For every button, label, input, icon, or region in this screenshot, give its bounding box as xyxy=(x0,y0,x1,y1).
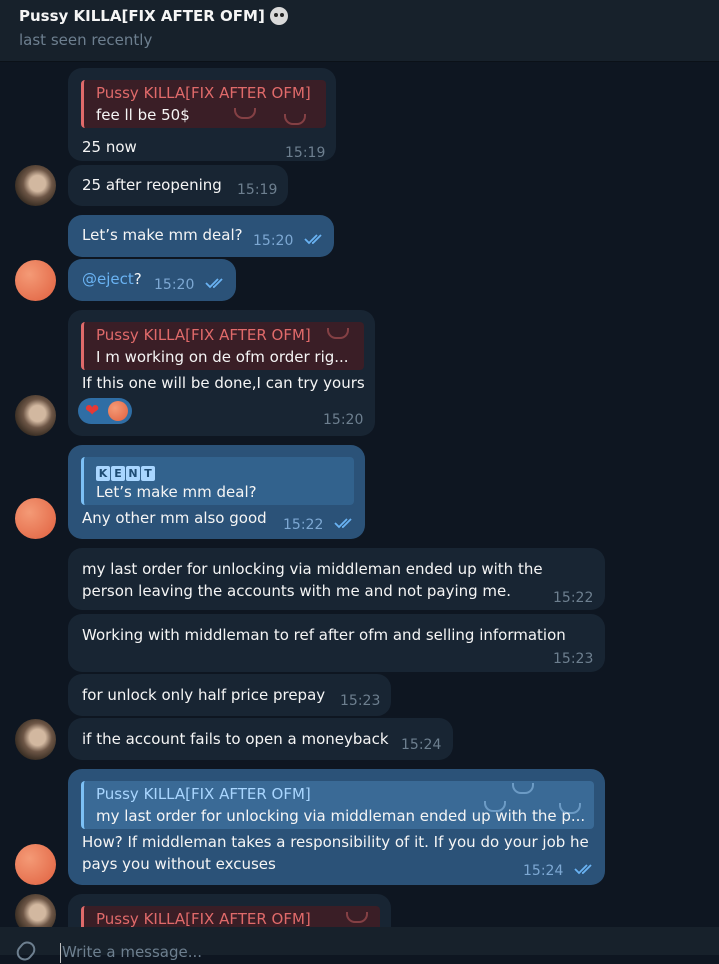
decor-pattern-icon xyxy=(234,108,256,119)
double-check-icon xyxy=(205,277,227,289)
chat-title-text: Pussy KILLA[FIX AFTER OFM] xyxy=(19,7,265,25)
message-text: for unlock only half price prepay xyxy=(82,686,326,704)
reply-text: Let’s make mm deal? xyxy=(96,483,257,501)
message-input[interactable]: Write a message... xyxy=(62,943,202,961)
contact-avatar[interactable] xyxy=(15,894,56,927)
message-text: @eject? xyxy=(82,270,142,288)
own-avatar[interactable] xyxy=(15,844,56,885)
attach-paperclip-icon[interactable] xyxy=(13,938,39,964)
skull-emoji-icon xyxy=(269,7,288,25)
message-bubble[interactable]: Pussy KILLA[FIX AFTER OFM] I m working o… xyxy=(68,310,375,436)
message-time: 15:23 xyxy=(340,693,381,709)
message-time: 15:22 xyxy=(553,590,594,606)
message-time: 15:24 xyxy=(523,863,564,879)
reply-quote[interactable]: Pussy KILLA[FIX AFTER OFM] xyxy=(81,906,380,927)
message-time: 15:20 xyxy=(253,233,294,249)
message-list[interactable]: Pussy KILLA[FIX AFTER OFM] fee ll be 50$… xyxy=(0,62,719,927)
chat-header[interactable]: Pussy KILLA[FIX AFTER OFM] last seen rec… xyxy=(0,0,719,62)
chat-status: last seen recently xyxy=(19,31,153,49)
message-time: 15:22 xyxy=(283,517,324,533)
reply-sender-name: Pussy KILLA[FIX AFTER OFM] xyxy=(96,785,311,803)
reply-quote[interactable]: Pussy KILLA[FIX AFTER OFM] fee ll be 50$ xyxy=(81,80,326,128)
reply-text: I m working on de ofm order rig... xyxy=(96,348,349,366)
reply-quote[interactable]: KENT Let’s make mm deal? xyxy=(81,457,354,505)
decor-pattern-icon xyxy=(327,328,349,339)
message-bubble[interactable]: Working with middleman to ref after ofm … xyxy=(68,614,605,672)
message-bubble[interactable]: my last order for unlocking via middlema… xyxy=(68,548,605,610)
message-text: person leaving the accounts with me and … xyxy=(82,582,512,600)
message-time: 15:20 xyxy=(154,277,195,293)
message-composer[interactable]: Write a message... xyxy=(0,927,719,964)
message-bubble[interactable]: Let’s make mm deal? 15:20 xyxy=(68,215,334,257)
message-bubble[interactable]: @eject? 15:20 xyxy=(68,259,236,301)
message-text: my last order for unlocking via middlema… xyxy=(82,560,543,578)
message-text: How? If middleman takes a responsibility… xyxy=(82,833,589,851)
double-check-icon xyxy=(574,863,596,875)
message-time: 15:19 xyxy=(285,145,326,161)
message-text: 25 after reopening xyxy=(82,176,222,194)
reaction-badge[interactable]: ❤ xyxy=(78,398,132,424)
chat-title[interactable]: Pussy KILLA[FIX AFTER OFM] xyxy=(19,7,288,25)
own-avatar[interactable] xyxy=(15,260,56,301)
message-text: 25 now xyxy=(82,138,137,156)
reply-sender-name: Pussy KILLA[FIX AFTER OFM] xyxy=(96,326,311,344)
message-time: 15:24 xyxy=(401,737,442,753)
contact-avatar[interactable] xyxy=(15,165,56,206)
mention-link[interactable]: @eject xyxy=(82,270,134,288)
contact-avatar[interactable] xyxy=(15,719,56,760)
reply-sender-name: Pussy KILLA[FIX AFTER OFM] xyxy=(96,84,311,102)
message-bubble[interactable]: if the account fails to open a moneyback… xyxy=(68,718,453,760)
decor-pattern-icon xyxy=(512,783,534,794)
message-bubble[interactable]: Pussy KILLA[FIX AFTER OFM] my last order… xyxy=(68,769,605,885)
reply-text: my last order for unlocking via middlema… xyxy=(96,807,586,825)
reply-quote[interactable]: Pussy KILLA[FIX AFTER OFM] I m working o… xyxy=(81,322,364,370)
message-bubble[interactable]: Pussy KILLA[FIX AFTER OFM] xyxy=(68,894,391,927)
message-bubble[interactable]: Pussy KILLA[FIX AFTER OFM] fee ll be 50$… xyxy=(68,68,336,161)
double-check-icon xyxy=(304,233,326,245)
message-text: If this one will be done,I can try yours xyxy=(82,374,365,392)
message-bubble[interactable]: 25 after reopening 15:19 xyxy=(68,165,288,206)
double-check-icon xyxy=(334,517,356,529)
own-avatar[interactable] xyxy=(15,498,56,539)
message-text: if the account fails to open a moneyback xyxy=(82,730,389,748)
reply-text: fee ll be 50$ xyxy=(96,106,190,124)
text-caret xyxy=(60,943,61,963)
message-bubble[interactable]: KENT Let’s make mm deal? Any other mm al… xyxy=(68,445,365,539)
reply-sender-name: Pussy KILLA[FIX AFTER OFM] xyxy=(96,910,311,927)
reply-quote[interactable]: Pussy KILLA[FIX AFTER OFM] my last order… xyxy=(81,781,594,829)
message-text: Any other mm also good xyxy=(82,509,267,527)
reply-sender-name: KENT xyxy=(96,461,155,483)
contact-avatar[interactable] xyxy=(15,395,56,436)
heart-reaction-icon: ❤ xyxy=(85,401,100,421)
message-text: Working with middleman to ref after ofm … xyxy=(82,626,566,644)
reactor-avatar xyxy=(108,401,128,421)
decor-pattern-icon xyxy=(284,114,306,125)
message-bubble[interactable]: for unlock only half price prepay 15:23 xyxy=(68,674,391,716)
message-time: 15:20 xyxy=(323,412,364,428)
message-time: 15:19 xyxy=(237,182,278,198)
message-text: pays you without excuses xyxy=(82,855,276,873)
decor-pattern-icon xyxy=(346,912,368,923)
message-time: 15:23 xyxy=(553,651,594,667)
message-text: Let’s make mm deal? xyxy=(82,226,243,244)
